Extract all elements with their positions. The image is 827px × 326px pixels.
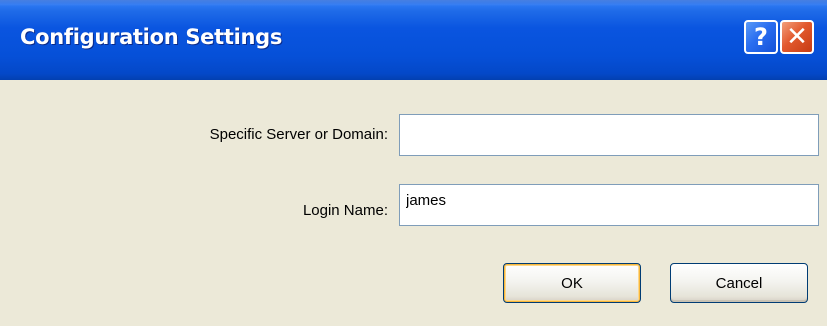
help-icon: ? <box>754 23 768 51</box>
window-title: Configuration Settings <box>20 25 283 49</box>
cancel-button[interactable]: Cancel <box>670 263 808 303</box>
dialog-body: Specific Server or Domain: Login Name: O… <box>0 80 827 326</box>
title-bar-gloss <box>0 0 827 6</box>
server-input[interactable] <box>399 114 819 156</box>
ok-button[interactable]: OK <box>503 263 641 303</box>
help-button[interactable]: ? <box>744 20 778 54</box>
login-name-input[interactable] <box>399 184 819 226</box>
configuration-settings-dialog: Configuration Settings ? ✕ Specific Serv… <box>0 0 827 326</box>
ok-button-label: OK <box>561 274 583 292</box>
title-bar[interactable]: Configuration Settings ? ✕ <box>0 0 827 80</box>
cancel-button-label: Cancel <box>715 274 763 292</box>
login-name-label: Login Name: <box>302 202 388 219</box>
close-icon: ✕ <box>786 22 808 52</box>
close-button[interactable]: ✕ <box>780 20 814 54</box>
server-label: Specific Server or Domain: <box>209 126 388 143</box>
